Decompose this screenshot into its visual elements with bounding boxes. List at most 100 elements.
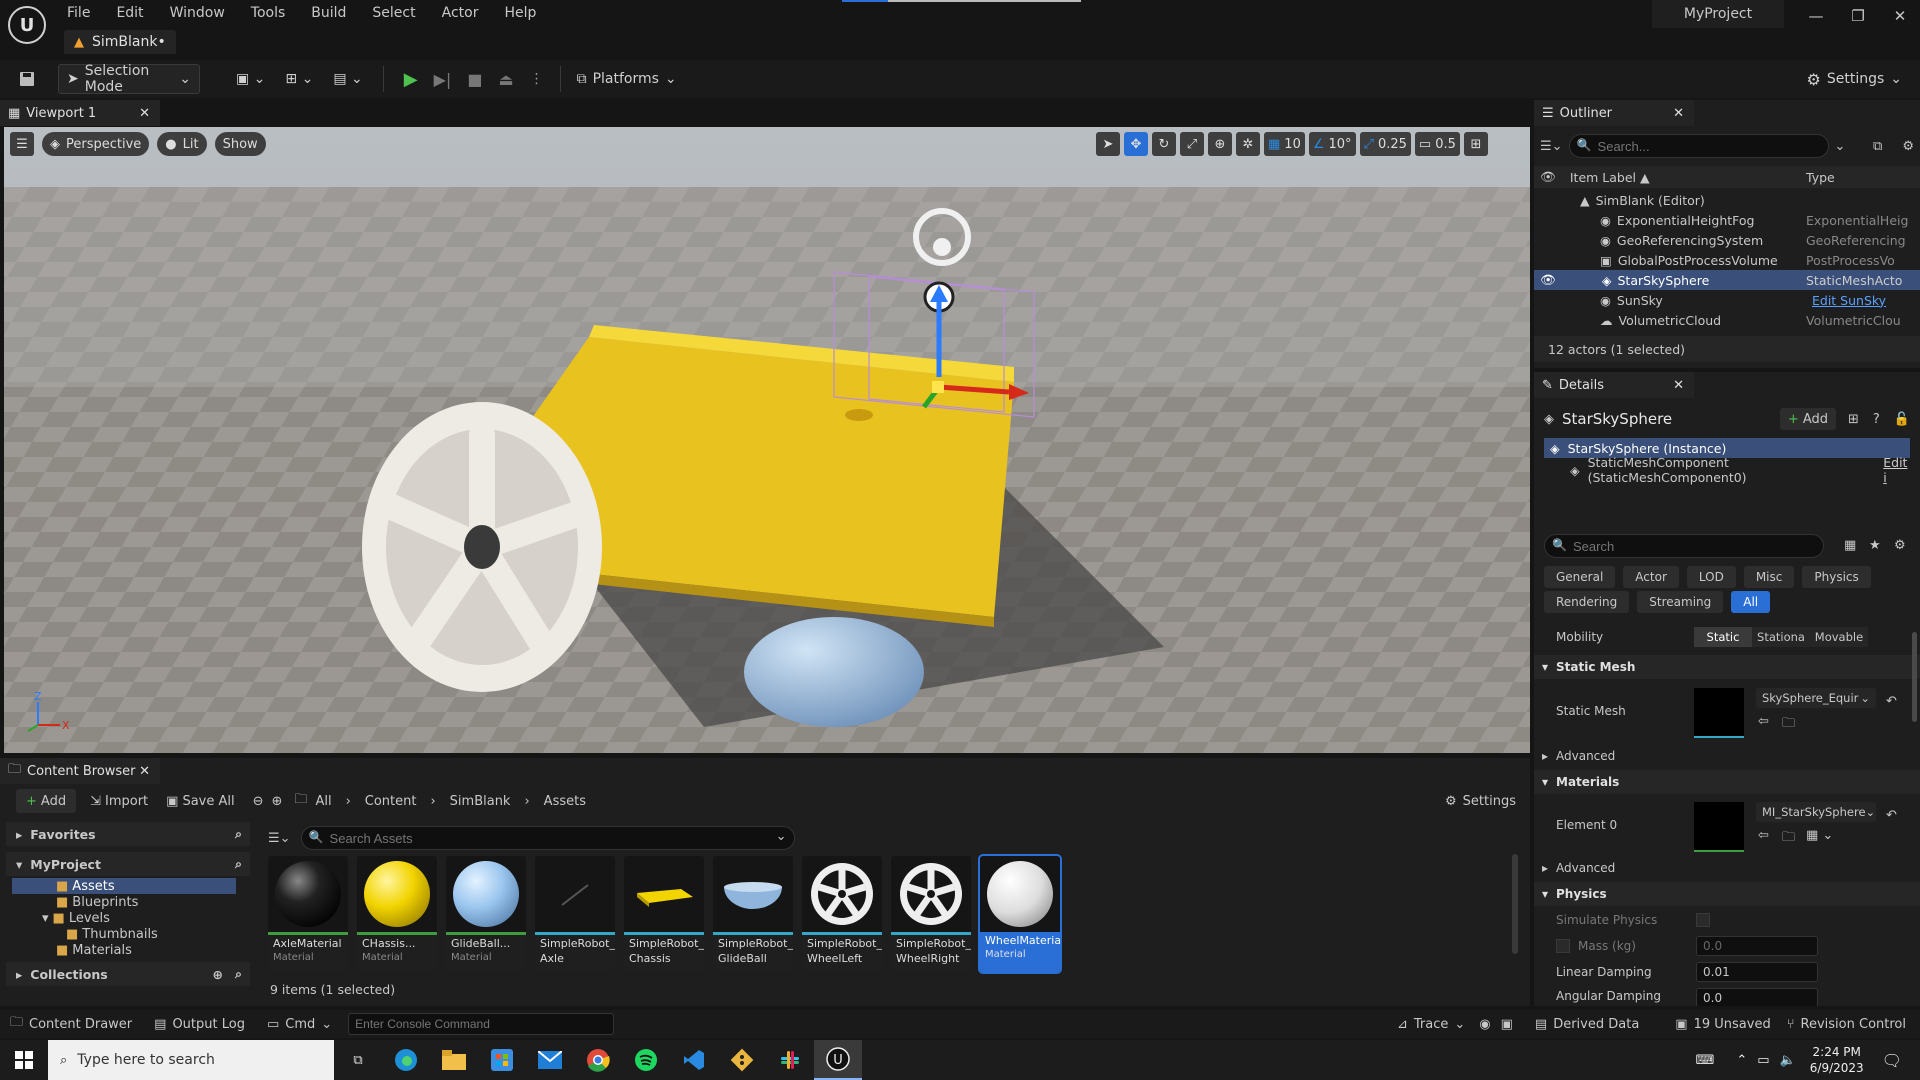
mobility-stationary[interactable]: Stationa [1752, 627, 1810, 647]
filter-physics[interactable]: Physics [1802, 566, 1871, 588]
tree-item-assets[interactable]: ■ Assets [12, 878, 236, 894]
visibility-icon[interactable]: 👁 [1540, 169, 1556, 185]
static-mesh-thumbnail[interactable] [1694, 688, 1744, 738]
edit-sunsky-link[interactable]: Edit SunSky [1812, 293, 1886, 308]
camera-speed-button[interactable]: ▭ 0.5 [1414, 132, 1460, 156]
content-browser-tab[interactable]: 🗀 Content Browser ✕ [0, 758, 160, 784]
tree-item-levels[interactable]: ▾ ■ Levels [6, 910, 250, 926]
rotation-snap-button[interactable]: ∠ 10° [1308, 132, 1356, 156]
add-folder-icon[interactable]: ⧉ [1873, 139, 1882, 154]
world-space-icon[interactable]: ⊕ [1208, 132, 1232, 156]
tray-chevron-up-icon[interactable]: ⌃ [1736, 1053, 1747, 1068]
filter-all[interactable]: All [1731, 591, 1771, 613]
viewport-menu-icon[interactable]: ☰ [10, 132, 34, 156]
search-icon[interactable]: ⌕ [235, 966, 242, 982]
mass-override-checkbox[interactable] [1556, 939, 1570, 953]
search-icon[interactable]: ⌕ [235, 826, 242, 842]
tree-item-thumbnails[interactable]: ■ Thumbnails [6, 926, 250, 942]
material-thumbnail[interactable] [1694, 802, 1744, 852]
windows-start-icon[interactable] [0, 1040, 48, 1080]
edit-component-link[interactable]: Edit i [1883, 455, 1914, 485]
slack-icon[interactable] [766, 1040, 814, 1080]
asset-tile[interactable]: SimpleRobot_... Axle [535, 856, 615, 972]
outliner-row[interactable]: ☁ VolumetricCloud VolumetricClou [1534, 310, 1920, 330]
output-log-button[interactable]: ▤ Output Log [154, 1017, 245, 1032]
back-icon[interactable]: ⊖ [253, 794, 264, 809]
trace-button[interactable]: ⊿ Trace ⌄ [1397, 1017, 1465, 1032]
blueprint-icon[interactable]: ⊞ ⌄ [277, 64, 321, 94]
outliner-row[interactable]: ◉ GeoReferencingSystem GeoReferencing [1534, 230, 1920, 250]
asset-tile[interactable]: SimpleRobot_... GlideBall [713, 856, 793, 972]
menu-file[interactable]: File [67, 5, 90, 21]
asset-search-input[interactable] [300, 826, 795, 850]
add-collection-icon[interactable]: ⊕ [213, 967, 223, 982]
asset-tile[interactable]: SimpleRobot_... WheelRight [891, 856, 971, 972]
browse-icon[interactable]: 🗀 [1782, 828, 1795, 850]
level-tab[interactable]: ▲ SimBlank• [64, 30, 176, 54]
close-tab-icon[interactable]: ✕ [139, 764, 150, 779]
chrome-icon[interactable] [574, 1040, 622, 1080]
more-icon[interactable]: ⋮ [522, 64, 552, 94]
lit-button[interactable]: ● Lit [157, 132, 207, 156]
add-component-button[interactable]: + Add [1779, 408, 1836, 430]
screenshot-icon[interactable]: ▣ [1501, 1017, 1513, 1032]
viewport-tab[interactable]: ▦ Viewport 1 ✕ [0, 100, 160, 126]
minimize-icon[interactable]: — [1796, 4, 1836, 28]
static-mesh-dropdown[interactable]: SkySphere_Equir ⌄ [1756, 688, 1876, 708]
gear-icon[interactable]: ⚙ [1894, 538, 1906, 553]
breadcrumb-assets[interactable]: Assets [544, 794, 586, 809]
use-selected-icon[interactable]: ⇦ [1758, 828, 1769, 843]
use-selected-icon[interactable]: ⇦ [1758, 714, 1769, 729]
asset-tile[interactable]: SimpleRobot_... Chassis [624, 856, 704, 972]
reset-icon[interactable]: ↶ [1886, 694, 1897, 709]
reset-icon[interactable]: ↶ [1886, 808, 1897, 823]
filter-lod[interactable]: LOD [1686, 566, 1736, 588]
search-icon[interactable]: ⌕ [235, 856, 242, 872]
close-window-icon[interactable]: ✕ [1880, 4, 1920, 28]
menu-actor[interactable]: Actor [442, 5, 479, 21]
mobility-movable[interactable]: Movable [1810, 627, 1868, 647]
store-icon[interactable] [478, 1040, 526, 1080]
rotate-icon[interactable]: ↻ [1152, 132, 1176, 156]
keyboard-icon[interactable]: ⌨ [1696, 1053, 1715, 1068]
outliner-root[interactable]: ▲ SimBlank (Editor) [1534, 190, 1920, 210]
browse-icon[interactable]: 🗀 [1782, 714, 1795, 736]
mobility-static[interactable]: Static [1694, 627, 1752, 647]
vscode-icon[interactable] [670, 1040, 718, 1080]
console-input[interactable] [348, 1013, 615, 1035]
taskbar-search[interactable]: ⌕ Type here to search [48, 1040, 334, 1080]
filter-misc[interactable]: Misc [1743, 566, 1795, 588]
mass-field[interactable]: 0.0 [1696, 936, 1818, 956]
blueprint-icon[interactable]: ⊞ [1848, 412, 1859, 427]
lock-icon[interactable]: 🔓 [1894, 412, 1910, 427]
add-actor-icon[interactable]: ▣ ⌄ [228, 64, 273, 94]
asset-tile[interactable]: SimpleRobot_... WheelLeft [802, 856, 882, 972]
step-icon[interactable]: ▶| [426, 64, 460, 94]
angular-damping-field[interactable]: 0.0 [1696, 988, 1818, 1006]
details-scrollbar[interactable] [1912, 632, 1917, 722]
col-item-label[interactable]: Item Label ▲ [1570, 170, 1650, 185]
file-explorer-icon[interactable] [430, 1040, 478, 1080]
record-icon[interactable]: ◉ [1479, 1017, 1490, 1032]
details-search-input[interactable] [1544, 534, 1824, 558]
save-icon[interactable] [10, 64, 44, 94]
folder-icon[interactable]: 🗀 [294, 790, 307, 812]
derived-data-button[interactable]: ▤ Derived Data [1535, 1017, 1639, 1032]
physics-section[interactable]: ▾ Physics [1534, 882, 1920, 906]
breadcrumb-simblank[interactable]: SimBlank [450, 794, 511, 809]
asset-tile[interactable]: AxleMaterial Material [268, 856, 348, 972]
viewport-layout-icon[interactable]: ⊞ [1463, 132, 1488, 156]
details-tab[interactable]: ✎ Details ✕ [1534, 372, 1694, 398]
outliner-tab[interactable]: ☰ Outliner ✕ [1534, 100, 1694, 126]
menu-tools[interactable]: Tools [251, 5, 286, 21]
menu-select[interactable]: Select [372, 5, 415, 21]
favorites-header[interactable]: ▸ Favorites ⌕ [6, 822, 250, 846]
play-icon[interactable]: ▶ [396, 64, 426, 94]
asset-tile[interactable]: GlideBall... Material [446, 856, 526, 972]
mail-icon[interactable] [526, 1040, 574, 1080]
show-button[interactable]: Show [214, 132, 266, 156]
close-tab-icon[interactable]: ✕ [1673, 378, 1684, 393]
network-icon[interactable]: ▭ [1757, 1053, 1769, 1068]
materials-section[interactable]: ▾ Materials [1534, 770, 1920, 794]
advanced-section[interactable]: ▸ Advanced [1534, 744, 1920, 768]
